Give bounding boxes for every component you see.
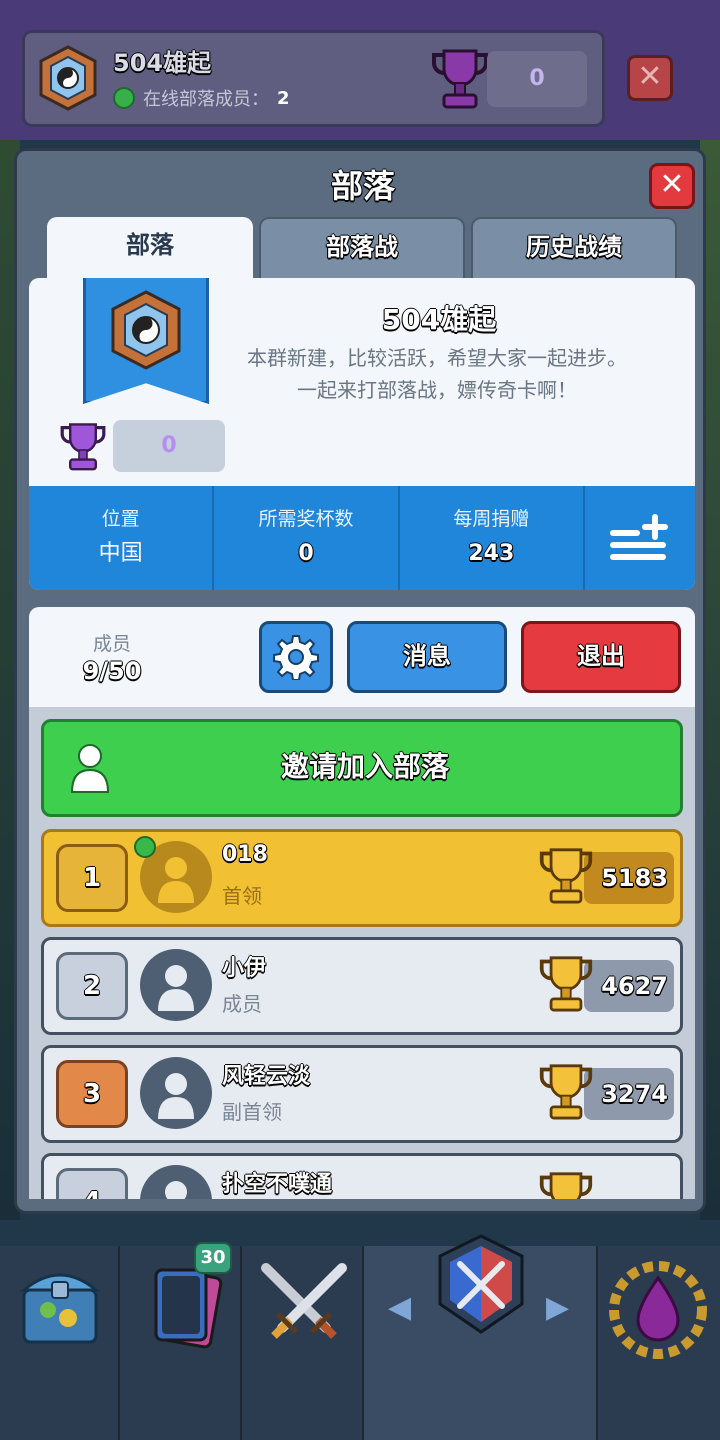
online-label: 在线部落成员：: [143, 89, 269, 110]
user-icon: [158, 857, 194, 903]
member-row[interactable]: 4 扑空不噗通: [41, 1153, 683, 1199]
member-row[interactable]: 3 风轻云淡 副首领 3274: [41, 1045, 683, 1143]
member-name: 小伊: [222, 956, 267, 981]
tab-clan-war[interactable]: 部落战: [259, 217, 465, 279]
panel-close-button[interactable]: ✕: [649, 163, 695, 209]
crossed-swords-icon: [261, 1263, 347, 1339]
stat-value: 243: [468, 541, 515, 566]
member-name: 风轻云淡: [222, 1064, 311, 1089]
member-rank: 1: [56, 844, 128, 912]
online-count: 2: [277, 87, 290, 109]
clan-badge-icon: [111, 290, 181, 370]
nav-battle[interactable]: [364, 1234, 598, 1440]
clan-stats: 位置 中国 所需奖杯数 0 每周捐赠 243: [29, 486, 695, 590]
member-row[interactable]: 2 小伊 成员 4627: [41, 937, 683, 1035]
member-rank: 3: [56, 1060, 128, 1128]
clan-summary-strip[interactable]: 504雄起 在线部落成员： 2 0: [22, 30, 605, 127]
clan-badge-icon: [39, 45, 97, 111]
trophy-icon: [539, 1172, 593, 1199]
member-role: 副首领: [222, 1100, 282, 1124]
chevron-left-icon[interactable]: ◀: [388, 1290, 411, 1325]
strip-trophy-count: 0: [487, 51, 587, 107]
member-role: 首领: [222, 884, 262, 908]
member-rank: 4: [56, 1168, 128, 1199]
user-icon: [158, 965, 194, 1011]
trophy-icon: [60, 423, 106, 471]
trophy-icon: [539, 848, 593, 904]
member-rank: 2: [56, 952, 128, 1020]
more-info-button[interactable]: [585, 486, 695, 590]
members-bar: 成员 9/50 消息 退出: [29, 607, 695, 707]
battle-shield-icon: [438, 1234, 524, 1334]
nav-events[interactable]: [598, 1246, 720, 1440]
cards-badge: 30: [194, 1242, 232, 1274]
trophy-icon: [432, 49, 488, 109]
online-dot-icon: [113, 87, 135, 109]
bottom-nav: [0, 1234, 720, 1440]
settings-button[interactable]: [259, 621, 333, 693]
online-members: 在线部落成员： 2: [113, 85, 290, 111]
member-trophies: 4627: [584, 960, 674, 1012]
gear-icon: [273, 635, 319, 681]
clan-description: 本群新建，比较活跃，希望大家一起进步。一起来打部落战，嫖传奇卡啊！: [247, 346, 627, 402]
close-button[interactable]: ✕: [627, 55, 673, 101]
list-plus-icon: [609, 514, 668, 560]
nav-shop[interactable]: [0, 1246, 120, 1440]
stat-required-trophies: 所需奖杯数 0: [214, 486, 400, 590]
clan-info-card: 0 504雄起 本群新建，比较活跃，希望大家一起进步。一起来打部落战，嫖传奇卡啊…: [29, 278, 695, 590]
chest-icon: [19, 1273, 101, 1344]
exit-button[interactable]: 退出: [521, 621, 681, 693]
trophy-icon: [539, 956, 593, 1012]
stat-label: 每周捐赠: [453, 508, 530, 530]
trophy-icon: [539, 1064, 593, 1120]
member-name: 扑空不噗通: [222, 1172, 333, 1197]
member-list[interactable]: 邀请加入部落 1 018 首领 5183 2 小伊 成员 4627 3 风轻云淡…: [29, 707, 695, 1199]
user-icon: [158, 1073, 194, 1119]
stat-weekly-donations: 每周捐赠 243: [400, 486, 585, 590]
clan-panel: 部落 ✕ 部落 部落战 历史战绩 0 504雄起 本群新建，比较活跃，希望大家一…: [14, 148, 706, 1214]
avatar: [140, 949, 212, 1021]
chevron-right-icon[interactable]: ▶: [546, 1290, 569, 1325]
online-dot-icon: [134, 836, 156, 858]
member-trophies: 5183: [584, 852, 674, 904]
member-trophies: 3274: [584, 1068, 674, 1120]
strip-clan-name: 504雄起: [113, 49, 212, 77]
nav-cards[interactable]: [120, 1246, 242, 1440]
stat-label: 位置: [101, 508, 140, 530]
tab-war-history[interactable]: 历史战绩: [471, 217, 677, 279]
message-button[interactable]: 消息: [347, 621, 507, 693]
nav-battle-deck[interactable]: [242, 1246, 364, 1440]
member-row[interactable]: 1 018 首领 5183: [41, 829, 683, 927]
avatar: [140, 1057, 212, 1129]
invite-label: 邀请加入部落: [280, 750, 449, 783]
stat-value: 中国: [98, 541, 143, 566]
stat-location: 位置 中国: [29, 486, 215, 590]
avatar: [140, 1165, 212, 1199]
user-icon: [165, 1181, 187, 1199]
invite-button[interactable]: 邀请加入部落: [41, 719, 683, 817]
tab-clan[interactable]: 部落: [47, 217, 253, 279]
member-name: 018: [222, 842, 268, 867]
members-count: 9/50: [82, 657, 142, 685]
clan-name: 504雄起: [381, 303, 497, 336]
elixir-laurel-icon: [609, 1261, 707, 1359]
panel-title: 部落: [330, 167, 395, 205]
clan-trophy-count: 0: [113, 420, 225, 472]
member-role: 成员: [222, 992, 262, 1016]
stat-value: 0: [298, 541, 314, 566]
members-label: 成员: [92, 633, 131, 655]
top-bar: 504雄起 在线部落成员： 2 0 ✕: [0, 0, 720, 140]
stat-label: 所需奖杯数: [258, 508, 354, 530]
